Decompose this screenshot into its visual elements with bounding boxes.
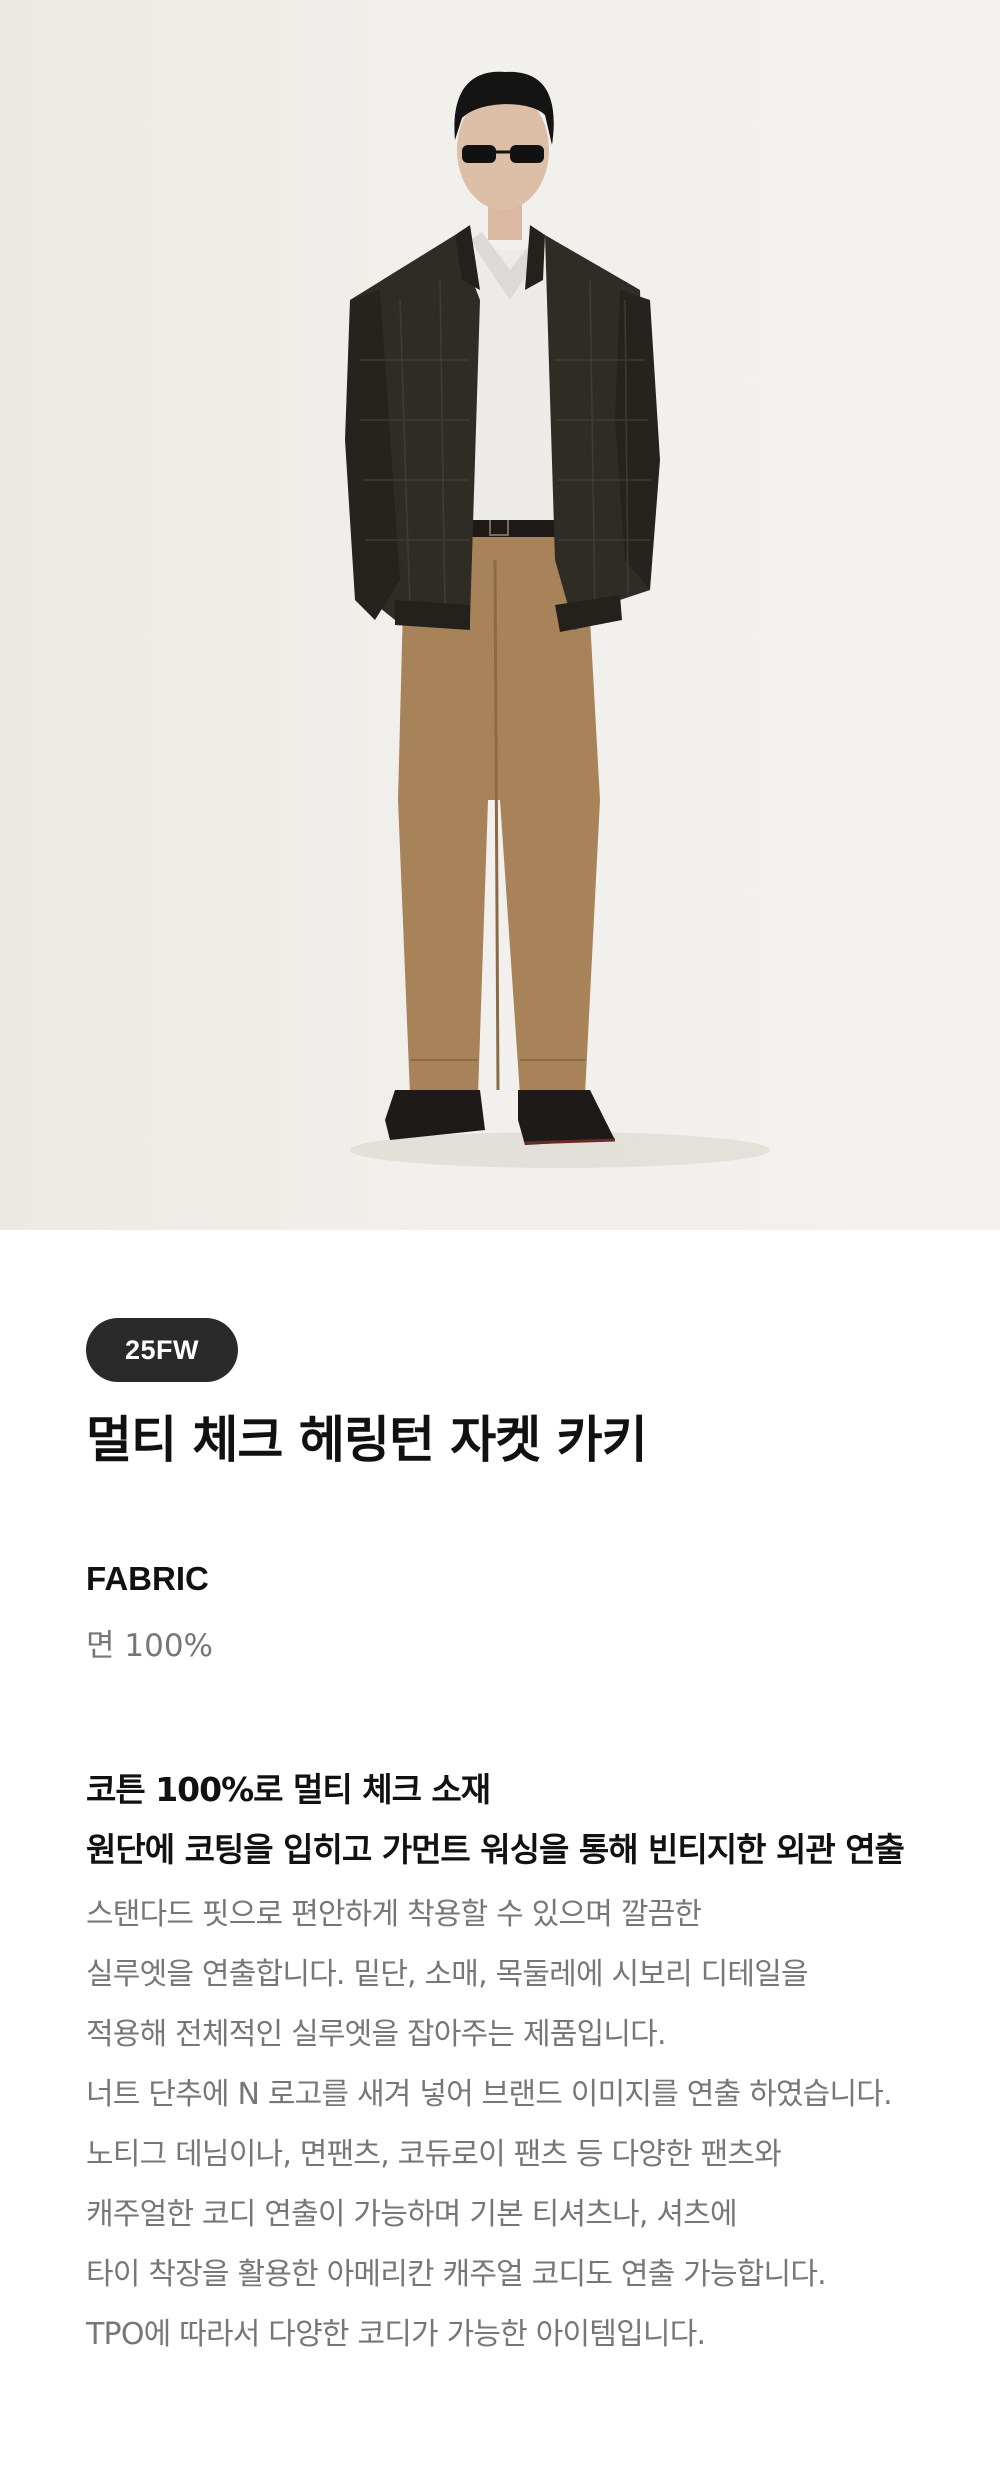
description-body-line: 실루엣을 연출합니다. 밑단, 소매, 목둘레에 시보리 디테일을 xyxy=(86,1957,809,1992)
description-heading-line: 코튼 100%로 멀티 체크 소재 xyxy=(86,1770,491,1809)
description-body-line: 너트 단추에 N 로고를 새겨 넣어 브랜드 이미지를 연출 하였습니다. xyxy=(86,2077,893,2112)
description-heading-line: 원단에 코팅을 입히고 가먼트 워싱을 통해 빈티지한 외관 연출 xyxy=(86,1830,905,1869)
description-body-line: 노티그 데님이나, 면팬츠, 코듀로이 팬츠 등 다양한 팬츠와 xyxy=(86,2137,782,2172)
description-body-line: 적용해 전체적인 실루엣을 잡아주는 제품입니다. xyxy=(86,2017,666,2052)
season-badge: 25FW xyxy=(86,1318,238,1382)
description-heading: 코튼 100%로 멀티 체크 소재 원단에 코팅을 입히고 가먼트 워싱을 통해… xyxy=(86,1760,905,1880)
description-body-line: 캐주얼한 코디 연출이 가능하며 기본 티셔츠나, 셔츠에 xyxy=(86,2197,738,2232)
hero-product-photo xyxy=(0,0,1000,1230)
product-title: 멀티 체크 헤링턴 자켓 카키 xyxy=(86,1411,648,1469)
description-body-line: 타이 착장을 활용한 아메리칸 캐주얼 코디도 연출 가능합니다. xyxy=(86,2257,827,2292)
description-body: 스탠다드 핏으로 편안하게 착용할 수 있으며 깔끔한 실루엣을 연출합니다. … xyxy=(86,1885,893,2365)
description-body-line: TPO에 따라서 다양한 코디가 가능한 아이템입니다. xyxy=(86,2317,706,2352)
fabric-value: 면 100% xyxy=(86,1628,213,1664)
product-detail-page: 25FW 멀티 체크 헤링턴 자켓 카키 FABRIC 면 100% 코튼 10… xyxy=(0,0,1000,2490)
fabric-label: FABRIC xyxy=(86,1560,209,1597)
description-body-line: 스탠다드 핏으로 편안하게 착용할 수 있으며 깔끔한 xyxy=(86,1897,702,1932)
model-illustration xyxy=(345,71,770,1168)
